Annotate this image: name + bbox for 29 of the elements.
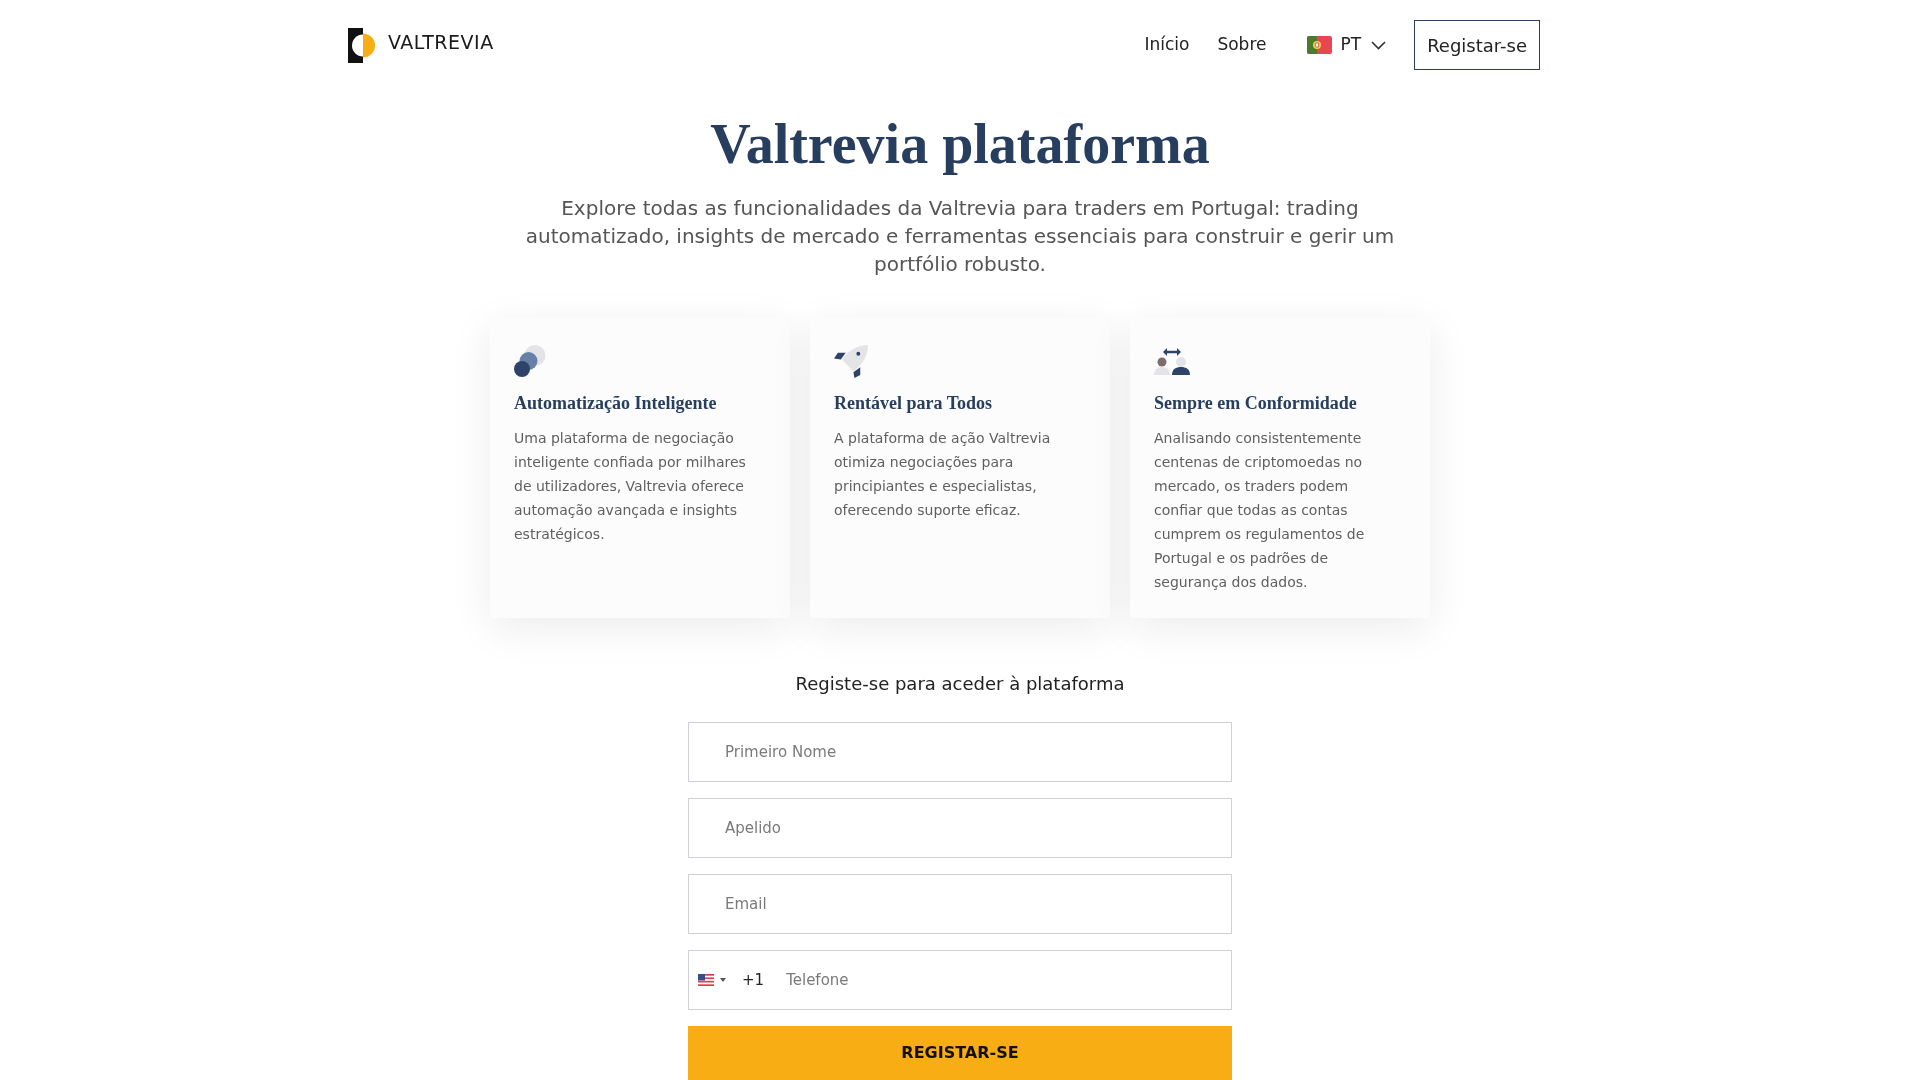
- caret-down-icon: [720, 978, 726, 982]
- card-text: Analisando consistentemente centenas de criptomoedas no mercado, os traders podem confiar que todas as contas cumprem os regulamentos de Portugal e os padrões de segurança dos dados.: [1154, 429, 1366, 592]
- flag-icon: [698, 974, 714, 986]
- page-subtitle: Explore todas as funcionalidades da Valtrevia para traders em Portugal: trading automatizado, insights de mercado e ferramentas essenciais para construir e gerir um portfólio robusto.: [524, 195, 1396, 278]
- card-title: Automatização Inteligente: [514, 392, 718, 415]
- chevron-down-icon: [1371, 40, 1387, 50]
- logo-link[interactable]: VALTREVIA: [348, 20, 494, 70]
- rocket-icon: [834, 343, 869, 379]
- card-text: Uma plataforma de negociação inteligente confiada por milhares de utilizadores, Valtrevia oferece automação avançada e insights estratégicos.: [514, 429, 747, 544]
- nav-link[interactable]: Sobre: [1217, 32, 1267, 58]
- language-select[interactable]: PT: [1307, 32, 1387, 58]
- flag-icon: [1307, 36, 1333, 54]
- circles-icon: [514, 345, 546, 377]
- dial-code: +1: [742, 969, 765, 991]
- card-title: Rentável para Todos: [834, 392, 994, 415]
- register-submit-button[interactable]: REGISTAR-SE: [688, 1026, 1232, 1080]
- input-field[interactable]: Email: [688, 874, 1232, 934]
- card-text: A plataforma de ação Valtrevia otimiza negociações para principiantes e especialistas, oferecendo suporte eficaz.: [834, 429, 1052, 520]
- nav-link[interactable]: Início: [1144, 32, 1190, 58]
- logo-icon: [348, 27, 376, 63]
- people-exchange-icon: [1154, 347, 1190, 375]
- register-button[interactable]: Registar-se: [1414, 20, 1540, 70]
- input-field[interactable]: Apelido: [688, 798, 1232, 858]
- form-heading: Registe-se para aceder à plataforma: [795, 672, 1125, 696]
- phone-field[interactable]: +1 Telefone: [688, 950, 1232, 1010]
- phone-input[interactable]: Telefone: [786, 951, 1231, 1009]
- input-field[interactable]: Primeiro Nome: [688, 722, 1232, 782]
- page-title: Valtrevia plataforma: [710, 112, 1210, 176]
- card-title: Sempre em Conformidade: [1154, 392, 1358, 415]
